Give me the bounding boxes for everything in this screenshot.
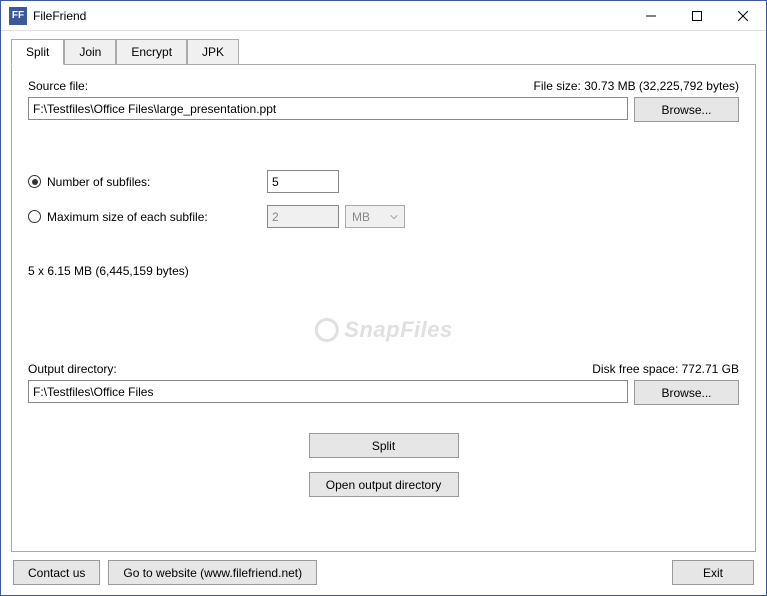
source-file-input[interactable]	[28, 97, 628, 120]
app-icon: FF	[9, 7, 27, 25]
maximize-button[interactable]	[674, 1, 720, 31]
file-size-label: File size: 30.73 MB (32,225,792 bytes)	[534, 79, 739, 93]
radio-max-size-label: Maximum size of each subfile:	[47, 210, 267, 224]
tab-jpk[interactable]: JPK	[187, 39, 239, 64]
chevron-down-icon	[390, 213, 398, 221]
app-title: FileFriend	[33, 9, 628, 23]
watermark: SnapFiles	[314, 317, 452, 343]
go-to-website-button[interactable]: Go to website (www.filefriend.net)	[108, 560, 317, 585]
footer: Contact us Go to website (www.filefriend…	[11, 552, 756, 585]
content-area: Split Join Encrypt JPK Source file: File…	[1, 31, 766, 595]
max-size-input	[267, 205, 339, 228]
max-size-unit-select: MB	[345, 205, 405, 228]
max-size-unit-value: MB	[352, 210, 370, 224]
output-directory-label: Output directory:	[28, 362, 117, 376]
titlebar: FF FileFriend	[1, 1, 766, 31]
main-window: FF FileFriend Split Join Encrypt JPK Sou…	[0, 0, 767, 596]
watermark-text: SnapFiles	[344, 317, 452, 343]
disk-free-label: Disk free space: 772.71 GB	[592, 362, 739, 376]
contact-us-button[interactable]: Contact us	[13, 560, 100, 585]
watermark-icon	[314, 318, 338, 342]
minimize-button[interactable]	[628, 1, 674, 31]
browse-source-button[interactable]: Browse...	[634, 97, 739, 122]
close-button[interactable]	[720, 1, 766, 31]
tab-encrypt[interactable]: Encrypt	[116, 39, 187, 64]
browse-output-button[interactable]: Browse...	[634, 380, 739, 405]
source-file-label: Source file:	[28, 79, 88, 93]
radio-number-of-subfiles[interactable]	[28, 175, 41, 188]
exit-button[interactable]: Exit	[672, 560, 754, 585]
tabstrip: Split Join Encrypt JPK	[11, 39, 756, 64]
tab-split[interactable]: Split	[11, 39, 64, 65]
radio-number-of-subfiles-label: Number of subfiles:	[47, 175, 267, 189]
tab-join[interactable]: Join	[64, 39, 116, 64]
open-output-directory-button[interactable]: Open output directory	[309, 472, 459, 497]
subfiles-count-input[interactable]	[267, 170, 339, 193]
calculation-label: 5 x 6.15 MB (6,445,159 bytes)	[28, 264, 739, 278]
tab-pane-split: Source file: File size: 30.73 MB (32,225…	[11, 64, 756, 552]
radio-max-size[interactable]	[28, 210, 41, 223]
window-controls	[628, 1, 766, 31]
split-button[interactable]: Split	[309, 433, 459, 458]
output-directory-input[interactable]	[28, 380, 628, 403]
